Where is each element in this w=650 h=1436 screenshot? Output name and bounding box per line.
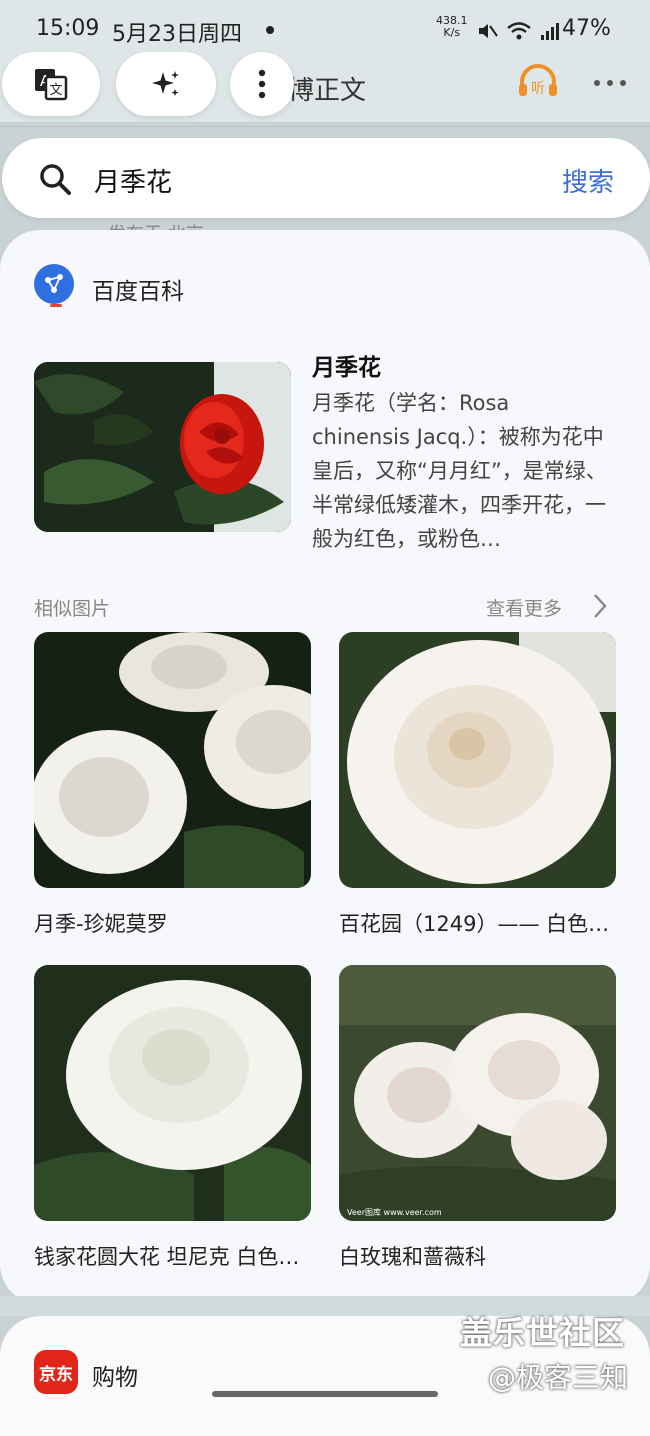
similar-image-2[interactable] [339, 632, 616, 888]
rose-main-image[interactable] [34, 362, 291, 532]
more-options-button[interactable] [230, 52, 294, 116]
translate-button[interactable]: A 文 [2, 52, 100, 116]
notification-dot [266, 26, 274, 34]
jd-logo-icon: 京东 [34, 1350, 78, 1394]
status-date: 5月23日周四 [112, 22, 242, 47]
network-speed: 438.1 K/s [436, 15, 468, 39]
svg-text:文: 文 [49, 83, 62, 98]
listen-label: 听 [531, 81, 545, 97]
see-more-link[interactable]: 查看更多 [486, 594, 562, 621]
translate-icon: A 文 [35, 69, 68, 101]
home-indicator[interactable] [212, 1391, 438, 1397]
entry-description: 月季花（学名：Rosa chinensis Jacq.）：被称为花中皇后，又称“… [312, 391, 607, 551]
signal-icon [541, 23, 559, 40]
entry-title[interactable]: 月季花 [312, 348, 381, 382]
ai-assistant-button[interactable] [116, 52, 216, 116]
search-icon [40, 164, 71, 195]
baike-result-card: 百度百科 月季花 月季花（学名：Rosa chinensis Jacq.）：被称… [0, 230, 650, 1304]
shopping-label[interactable]: 购物 [92, 1358, 138, 1392]
divider [0, 126, 650, 127]
similar-image-3-caption[interactable]: 钱家花圆大花 坦尼克 白色… [34, 1241, 314, 1271]
similar-image-3[interactable] [34, 965, 311, 1221]
status-icons [476, 18, 560, 44]
baike-logo-icon [34, 264, 74, 304]
network-speed-unit: K/s [443, 26, 461, 39]
similar-image-4[interactable]: Veer图库 www.veer.com [339, 965, 616, 1221]
similar-image-2-caption[interactable]: 百花园（1249）—— 白色… [339, 908, 619, 938]
image-watermark: Veer图库 www.veer.com [347, 1208, 442, 1217]
chevron-right-icon[interactable] [592, 592, 608, 620]
search-bar[interactable]: 月季花 搜索 [2, 138, 650, 218]
similar-image-1-caption[interactable]: 月季-珍妮莫罗 [34, 908, 314, 938]
baike-logo-underline [50, 304, 62, 307]
mute-icon [479, 24, 498, 38]
similar-image-1[interactable] [34, 632, 311, 888]
more-horizontal-icon[interactable] [594, 80, 626, 86]
listen-button[interactable]: 听 [516, 64, 560, 104]
background-page-title: 博正文 [288, 76, 367, 106]
similar-image-4-caption[interactable]: 白玫瑰和蔷薇科 [339, 1241, 619, 1271]
battery-level: 47% [562, 16, 611, 41]
similar-images-label: 相似图片 [34, 598, 111, 620]
more-vertical-icon [258, 69, 266, 99]
search-input[interactable]: 月季花 [94, 162, 172, 199]
baike-source-name[interactable]: 百度百科 [92, 272, 184, 306]
status-time: 15:09 [36, 16, 100, 41]
headphones-icon: 听 [519, 64, 557, 97]
wifi-icon [507, 22, 531, 40]
watermark-line2: @极客三知 [488, 1361, 629, 1394]
watermark-line1: 盖乐世社区 [460, 1314, 626, 1352]
search-button[interactable]: 搜索 [562, 162, 614, 199]
status-bar: 15:09 5月23日周四 438.1 K/s 47% [0, 0, 650, 62]
sparkle-icon [152, 71, 179, 96]
